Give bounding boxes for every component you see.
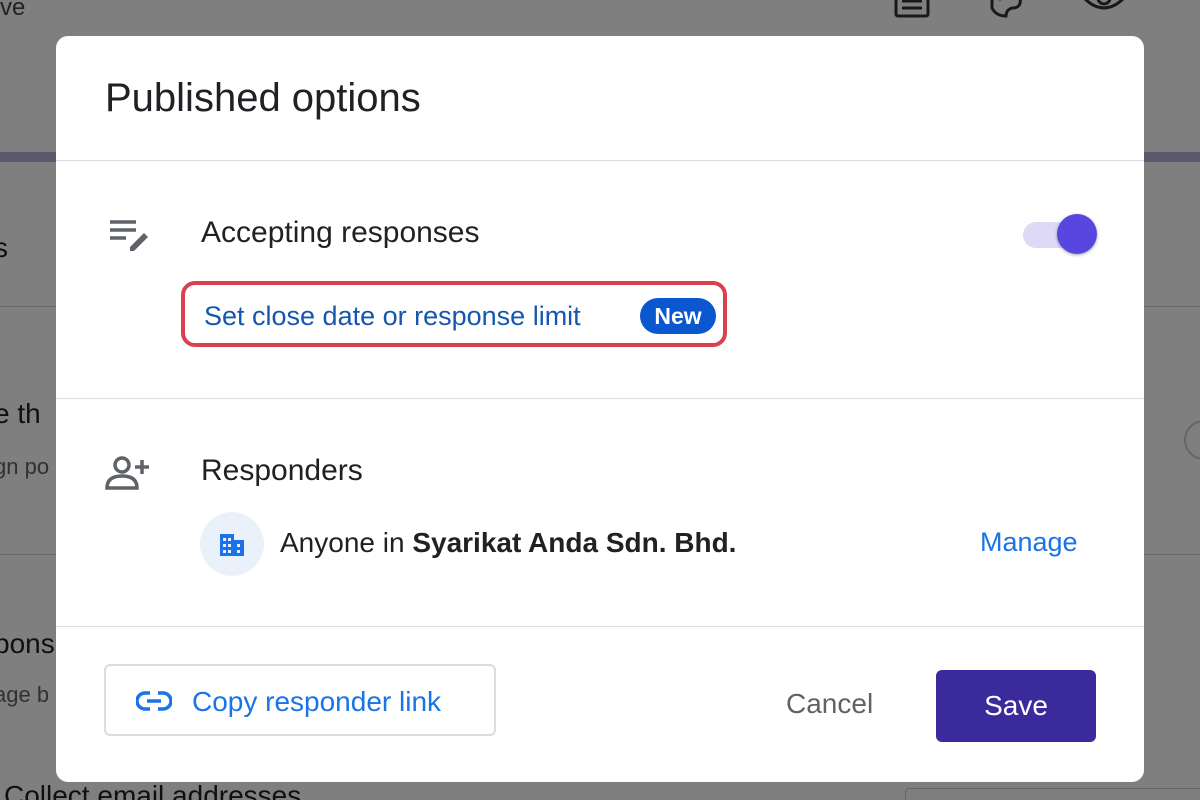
edit-list-icon: [106, 214, 154, 262]
new-badge: New: [640, 298, 716, 334]
manage-responders-link[interactable]: Manage: [980, 527, 1078, 558]
responders-audience: Anyone in Syarikat Anda Sdn. Bhd.: [280, 527, 736, 559]
accepting-responses-label: Accepting responses: [201, 216, 480, 249]
organization-name: Syarikat Anda Sdn. Bhd.: [412, 527, 737, 558]
divider: [56, 160, 1144, 161]
divider: [56, 398, 1144, 399]
save-button[interactable]: Save: [936, 670, 1096, 742]
divider: [56, 626, 1144, 627]
copy-responder-link-label: Copy responder link: [192, 686, 442, 717]
responders-label: Responders: [201, 454, 363, 487]
toggle-thumb: [1057, 214, 1097, 254]
set-close-date-link[interactable]: Set close date or response limit: [204, 301, 581, 332]
building-icon: [218, 530, 246, 558]
copy-responder-link-button[interactable]: Copy responder link: [104, 664, 496, 736]
add-person-icon: [104, 454, 152, 502]
accepting-responses-toggle[interactable]: [1021, 214, 1099, 256]
audience-prefix: Anyone in: [280, 527, 413, 558]
published-options-dialog: Published options Accepting responses Se…: [56, 36, 1144, 782]
organization-avatar: [200, 512, 264, 576]
link-icon: [135, 687, 173, 715]
cancel-button[interactable]: Cancel: [786, 688, 873, 720]
dialog-title: Published options: [105, 76, 421, 120]
highlight-box: Set close date or response limit New: [181, 281, 727, 347]
